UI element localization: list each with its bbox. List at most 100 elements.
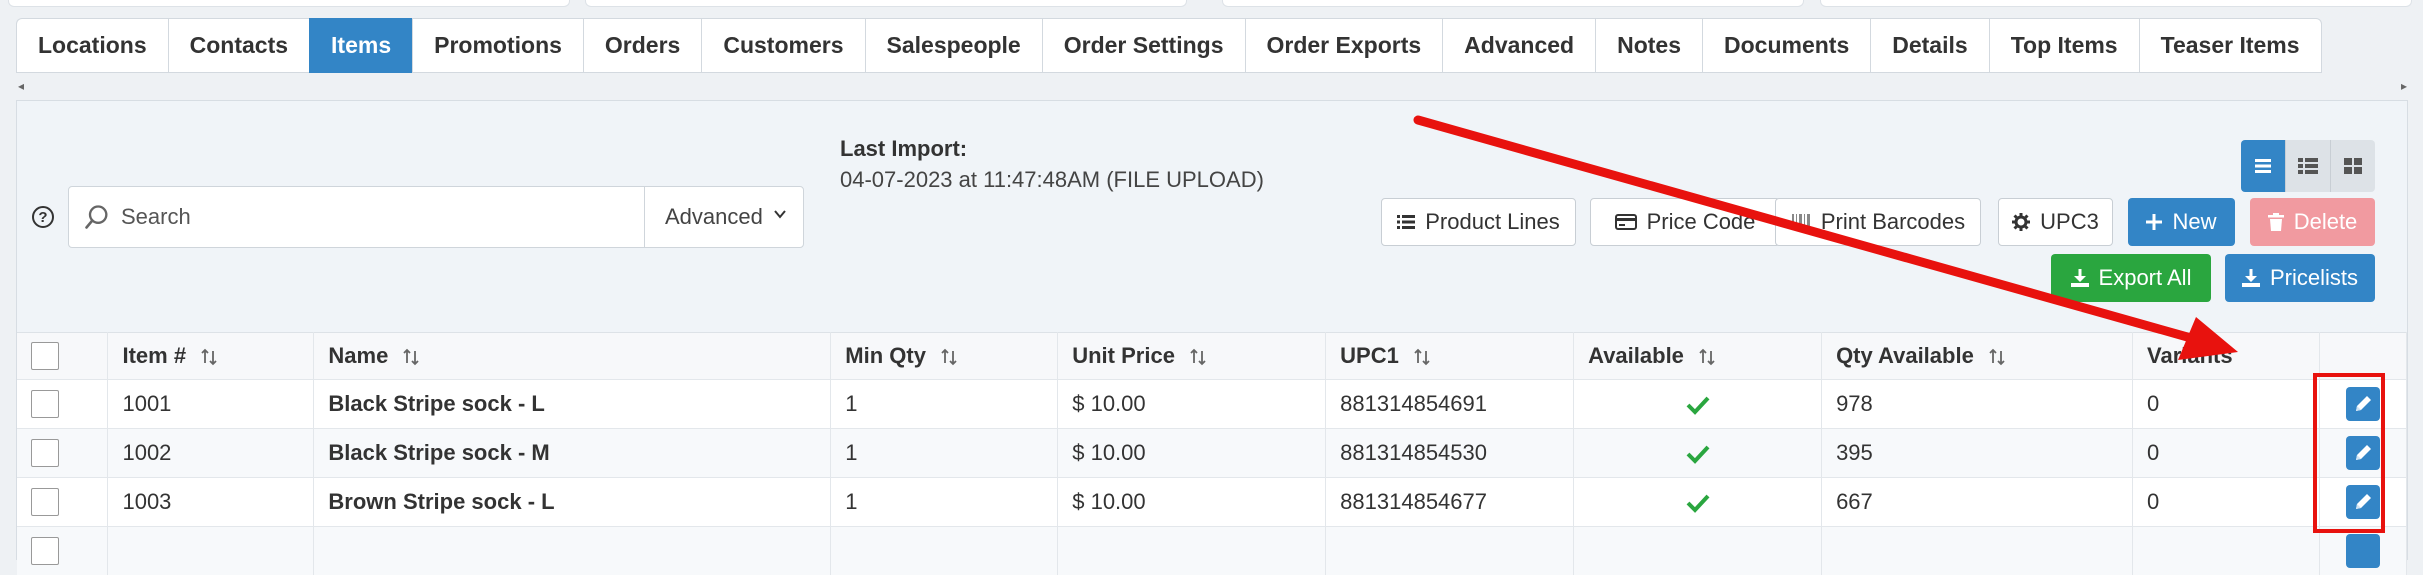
export-all-button[interactable]: Export All [2051, 254, 2211, 302]
cell-unit-price: $ 10.00 [1058, 429, 1326, 478]
delete-button[interactable]: Delete [2250, 198, 2375, 246]
sort-icon[interactable] [940, 348, 958, 366]
sort-icon[interactable] [200, 348, 218, 366]
edit-button[interactable] [2346, 534, 2380, 568]
tab-items[interactable]: Items [309, 18, 412, 73]
table-row[interactable]: 1001 Black Stripe sock - L 1 $ 10.00 881… [17, 380, 2407, 429]
table-row-partial [17, 527, 2407, 575]
column-header-upc1[interactable]: UPC1 [1326, 333, 1574, 380]
table-header-row: Item # Name Min Qty Unit Price UPC1 Avai… [17, 333, 2407, 380]
cell-variants: 0 [2133, 429, 2320, 478]
cell-empty [314, 527, 831, 575]
search-input[interactable] [121, 187, 701, 247]
detail-list-icon[interactable] [2285, 140, 2330, 192]
cell-variants: 0 [2133, 380, 2320, 429]
cell-variants: 0 [2133, 478, 2320, 527]
tab-contacts[interactable]: Contacts [168, 18, 309, 73]
items-table: Item # Name Min Qty Unit Price UPC1 Avai… [17, 332, 2407, 575]
column-header-name[interactable]: Name [314, 333, 831, 380]
list-icon [1397, 214, 1415, 230]
credit-card-icon [1615, 214, 1637, 230]
top-card [8, 0, 570, 7]
row-checkbox[interactable] [31, 488, 59, 516]
tab-scroll-right-icon[interactable]: ▸ [2401, 79, 2407, 93]
row-select-cell [17, 429, 108, 478]
pricelists-button[interactable]: Pricelists [2225, 254, 2375, 302]
tab-order-exports[interactable]: Order Exports [1245, 18, 1443, 73]
column-header-min-qty[interactable]: Min Qty [831, 333, 1058, 380]
tab-orders[interactable]: Orders [583, 18, 701, 73]
question-circle-icon[interactable]: ? [32, 206, 54, 228]
column-header-qty-available[interactable]: Qty Available [1822, 333, 2133, 380]
cell-qty-available: 395 [1822, 429, 2133, 478]
column-header-variants[interactable]: Variants [2133, 333, 2320, 380]
table-row[interactable]: 1003 Brown Stripe sock - L 1 $ 10.00 881… [17, 478, 2407, 527]
top-card [585, 0, 1187, 7]
sort-icon[interactable] [1988, 348, 2006, 366]
new-button[interactable]: New [2128, 198, 2235, 246]
check-icon [1686, 493, 1710, 513]
table-row[interactable]: 1002 Black Stripe sock - M 1 $ 10.00 881… [17, 429, 2407, 478]
search-icon [83, 203, 111, 231]
print-barcodes-label: Print Barcodes [1821, 209, 1965, 235]
cell-empty [108, 527, 314, 575]
sort-icon[interactable] [1189, 348, 1207, 366]
list-view-icon[interactable] [2241, 140, 2285, 192]
row-checkbox[interactable] [31, 390, 59, 418]
column-header-unit-price[interactable]: Unit Price [1058, 333, 1326, 380]
row-select-cell [17, 380, 108, 429]
product-lines-button[interactable]: Product Lines [1381, 198, 1576, 246]
chevron-down-icon [773, 207, 787, 221]
cell-available [1574, 380, 1822, 429]
cell-available [1574, 478, 1822, 527]
new-label: New [2172, 209, 2216, 235]
cell-available [1574, 429, 1822, 478]
download-icon [2071, 269, 2089, 287]
plus-icon [2146, 214, 2162, 230]
sort-icon[interactable] [1413, 348, 1431, 366]
tab-customers[interactable]: Customers [701, 18, 864, 73]
check-icon [1686, 444, 1710, 464]
print-barcodes-button[interactable]: Print Barcodes [1775, 198, 1981, 246]
tab-bar: Locations Contacts Items Promotions Orde… [16, 18, 2322, 75]
tab-promotions[interactable]: Promotions [412, 18, 583, 73]
cell-name: Brown Stripe sock - L [314, 478, 831, 527]
search-box: Advanced [68, 186, 804, 248]
sort-icon[interactable] [1698, 348, 1716, 366]
advanced-select-label: Advanced [665, 204, 763, 230]
cell-min-qty: 1 [831, 380, 1058, 429]
tab-details[interactable]: Details [1870, 18, 1988, 73]
top-card [1222, 0, 1804, 7]
last-import-label: Last Import: [840, 136, 967, 162]
grid-view-icon[interactable] [2330, 140, 2375, 192]
cell-min-qty: 1 [831, 478, 1058, 527]
trash-icon [2268, 213, 2284, 231]
cell-empty [1058, 527, 1326, 575]
tab-salespeople[interactable]: Salespeople [865, 18, 1042, 73]
tab-locations[interactable]: Locations [16, 18, 168, 73]
cell-unit-price: $ 10.00 [1058, 478, 1326, 527]
upc3-label: UPC3 [2040, 209, 2099, 235]
advanced-search-select[interactable]: Advanced [644, 187, 803, 247]
cell-upc1: 881314854677 [1326, 478, 1574, 527]
tab-scroll-left-icon[interactable]: ◂ [18, 79, 24, 93]
price-code-button[interactable]: Price Code [1590, 198, 1780, 246]
tab-top-items[interactable]: Top Items [1989, 18, 2139, 73]
cell-empty [1326, 527, 1574, 575]
tab-teaser-items[interactable]: Teaser Items [2139, 18, 2322, 73]
tab-advanced[interactable]: Advanced [1442, 18, 1595, 73]
tab-order-settings[interactable]: Order Settings [1042, 18, 1245, 73]
select-all-cell [17, 333, 108, 380]
tab-notes[interactable]: Notes [1595, 18, 1702, 73]
upc3-button[interactable]: UPC3 [1998, 198, 2113, 246]
tab-documents[interactable]: Documents [1702, 18, 1870, 73]
top-card [1820, 0, 2412, 7]
product-lines-label: Product Lines [1425, 209, 1560, 235]
sort-icon[interactable] [402, 348, 420, 366]
row-checkbox[interactable] [31, 537, 59, 565]
column-header-item[interactable]: Item # [108, 333, 314, 380]
cell-empty [1822, 527, 2133, 575]
select-all-checkbox[interactable] [31, 342, 59, 370]
column-header-available[interactable]: Available [1574, 333, 1822, 380]
row-checkbox[interactable] [31, 439, 59, 467]
